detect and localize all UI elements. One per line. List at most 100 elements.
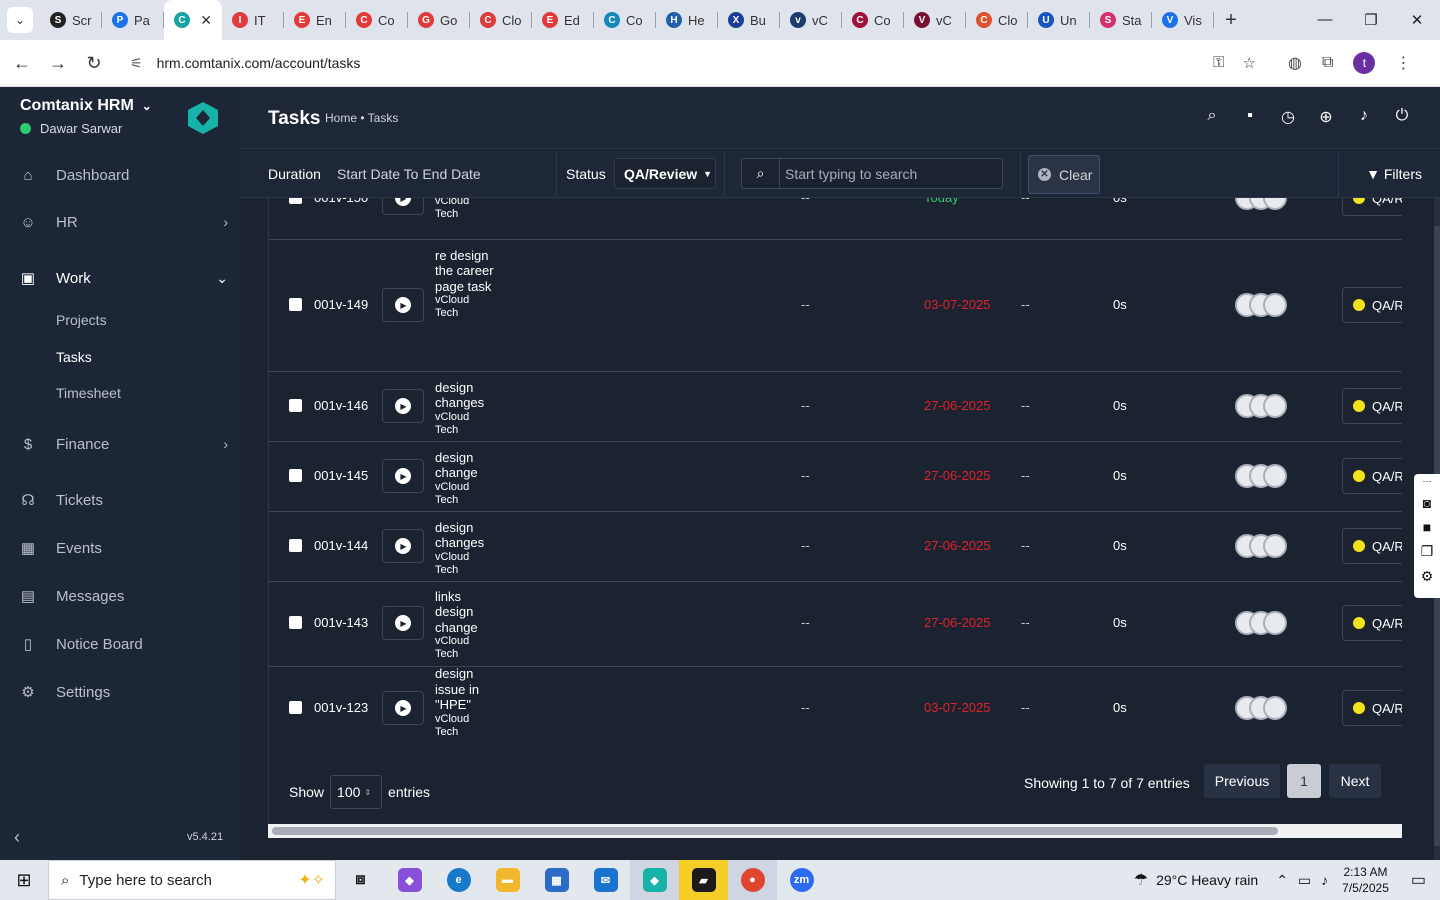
status-dropdown[interactable]: QA/R bbox=[1342, 287, 1402, 323]
profile-avatar[interactable]: t bbox=[1353, 52, 1376, 74]
assignee-avatars[interactable] bbox=[1235, 394, 1287, 418]
task-id[interactable]: 001v-144 bbox=[314, 538, 368, 553]
sidebar-item-events[interactable]: ▦ Events bbox=[18, 536, 228, 560]
weather-widget[interactable]: ☂ 29°C Heavy rain bbox=[1134, 870, 1258, 890]
browser-tab[interactable]: U Un bbox=[1028, 0, 1090, 40]
back-button[interactable]: ← bbox=[4, 53, 40, 74]
browser-tab[interactable]: H He bbox=[656, 0, 718, 40]
new-tab-button[interactable]: + bbox=[1214, 9, 1248, 32]
sidebar-subitem-tasks[interactable]: Tasks bbox=[56, 349, 92, 365]
task-title[interactable]: design changes bbox=[435, 520, 484, 551]
browser-tab[interactable]: C Co bbox=[842, 0, 904, 40]
task-id[interactable]: 001v-150 bbox=[314, 198, 368, 205]
sidebar-item-finance[interactable]: $ Finance › bbox=[18, 432, 228, 456]
assignee-avatars[interactable] bbox=[1235, 464, 1287, 488]
page-size-select[interactable]: 100 ⇕ bbox=[330, 775, 383, 809]
browser-tab[interactable]: S Scr bbox=[40, 0, 102, 40]
assignee-avatars[interactable] bbox=[1235, 696, 1287, 720]
status-dropdown[interactable]: QA/R bbox=[1342, 388, 1402, 424]
start-timer-button[interactable]: ▶ bbox=[382, 459, 424, 493]
task-id[interactable]: 001v-149 bbox=[314, 297, 368, 312]
start-timer-button[interactable]: ▶ bbox=[382, 198, 424, 215]
video-icon[interactable]: ■ bbox=[1423, 519, 1431, 535]
assignee-avatars[interactable] bbox=[1235, 198, 1287, 210]
collapse-sidebar-icon[interactable]: ‹ bbox=[14, 827, 20, 848]
clear-button[interactable]: ✕ Clear bbox=[1028, 155, 1100, 194]
sidebar-subitem-timesheet[interactable]: Timesheet bbox=[56, 385, 121, 401]
file-explorer-app[interactable]: ▬ bbox=[483, 860, 532, 900]
status-dropdown[interactable]: QA/R bbox=[1342, 458, 1402, 494]
browser-tab[interactable]: E Ed bbox=[532, 0, 594, 40]
sidebar-item-notice-board[interactable]: ▯ Notice Board bbox=[18, 632, 228, 656]
task-name[interactable]: issuevCloud Tech bbox=[435, 198, 495, 221]
browser-tab[interactable]: C Clo bbox=[966, 0, 1028, 40]
close-window-button[interactable]: ✕ bbox=[1394, 11, 1440, 29]
task-view-button[interactable]: ⧈ bbox=[336, 860, 385, 900]
extensions-icon[interactable]: ⧉ bbox=[1322, 54, 1333, 72]
sticky-notes-app[interactable]: ▰ bbox=[679, 860, 728, 900]
password-key-icon[interactable]: ⚿ bbox=[1213, 54, 1224, 72]
duration-range-input[interactable]: Start Date To End Date bbox=[337, 166, 481, 182]
sidebar-item-settings[interactable]: ⚙ Settings bbox=[18, 680, 228, 704]
sidebar-item-work[interactable]: ▣ Work ⌄ bbox=[18, 266, 228, 290]
sticky-note-icon[interactable]: ▪ bbox=[1242, 107, 1258, 125]
chevron-up-icon[interactable]: ⌃ bbox=[1276, 872, 1288, 889]
task-title[interactable]: links design change bbox=[435, 589, 478, 635]
filters-button[interactable]: ▼ Filters bbox=[1366, 166, 1422, 182]
browser-menu-icon[interactable]: ⋮ bbox=[1395, 53, 1411, 73]
gear-icon[interactable]: ⚙ bbox=[1421, 568, 1434, 585]
page-button-1[interactable]: 1 bbox=[1287, 764, 1321, 798]
maximize-button[interactable]: ❐ bbox=[1348, 11, 1394, 29]
status-dropdown[interactable]: QA/R bbox=[1342, 528, 1402, 564]
edge-app[interactable]: e bbox=[434, 860, 483, 900]
row-checkbox[interactable] bbox=[289, 399, 302, 412]
browser-tab[interactable]: G Go bbox=[408, 0, 470, 40]
browser-tab[interactable]: VvC bbox=[904, 0, 966, 40]
task-name[interactable]: design change vCloud Tech bbox=[435, 450, 495, 507]
sidebar-subitem-projects[interactable]: Projects bbox=[56, 312, 107, 328]
browser-tab[interactable]: I IT bbox=[222, 0, 284, 40]
browser-tab[interactable]: C Co bbox=[594, 0, 656, 40]
search-input[interactable] bbox=[780, 165, 990, 182]
task-title[interactable]: design change bbox=[435, 450, 478, 481]
row-checkbox[interactable] bbox=[289, 539, 302, 552]
site-info-icon[interactable]: ⚟ bbox=[130, 55, 143, 72]
system-clock[interactable]: 2:13 AM 7/5/2025 bbox=[1342, 864, 1389, 896]
browser-tab[interactable]: v vC bbox=[780, 0, 842, 40]
browser-tab[interactable]: C Co bbox=[346, 0, 408, 40]
volume-icon[interactable]: ♪ bbox=[1321, 872, 1328, 889]
mail-app[interactable]: ✉ bbox=[581, 860, 630, 900]
task-id[interactable]: 001v-146 bbox=[314, 398, 368, 413]
assignee-avatars[interactable] bbox=[1235, 611, 1287, 635]
start-timer-button[interactable]: ▶ bbox=[382, 389, 424, 423]
reload-button[interactable]: ↻ bbox=[76, 53, 112, 74]
task-name[interactable]: design changes vCloud Tech bbox=[435, 520, 495, 577]
copilot-app[interactable]: ◆ bbox=[385, 860, 434, 900]
task-name[interactable]: design changes vCloud Tech bbox=[435, 380, 495, 437]
comtanix-app[interactable]: ◆ bbox=[630, 860, 679, 900]
forward-button[interactable]: → bbox=[40, 53, 76, 74]
notification-center-icon[interactable]: ▭ bbox=[1411, 870, 1426, 890]
clock-icon[interactable]: ◷ bbox=[1280, 107, 1296, 126]
minimize-button[interactable]: — bbox=[1302, 11, 1348, 29]
power-icon[interactable]: ⏻ bbox=[1394, 107, 1410, 125]
start-timer-button[interactable]: ▶ bbox=[382, 606, 424, 640]
status-select[interactable]: QA/Review ▼ bbox=[614, 158, 716, 189]
browser-tab[interactable]: P Pa bbox=[102, 0, 164, 40]
taskbar-search[interactable]: ⌕ Type here to search ✦✧ bbox=[48, 860, 336, 900]
task-name[interactable]: design issue in "HPE" vCloud Tech bbox=[435, 666, 495, 739]
row-checkbox[interactable] bbox=[289, 198, 302, 204]
task-id[interactable]: 001v-145 bbox=[314, 468, 368, 483]
sidebar-item-tickets[interactable]: ☊ Tickets bbox=[18, 488, 228, 512]
assignee-avatars[interactable] bbox=[1235, 293, 1287, 317]
task-name[interactable]: re design the career page task vCloud Tec… bbox=[435, 248, 495, 321]
close-tab-icon[interactable]: ✕ bbox=[200, 12, 212, 29]
search-icon[interactable]: ⌕ bbox=[1204, 107, 1220, 125]
bookmark-star-icon[interactable]: ☆ bbox=[1243, 54, 1256, 72]
browser-tab[interactable]: C ✕ bbox=[164, 0, 222, 40]
search-icon[interactable]: ⌕ bbox=[742, 159, 780, 188]
browser-tab[interactable]: X Bu bbox=[718, 0, 780, 40]
brand-dropdown[interactable]: Comtanix HRM ⌄ bbox=[20, 97, 152, 115]
row-checkbox[interactable] bbox=[289, 701, 302, 714]
sidebar-item-hr[interactable]: ☺ HR › bbox=[18, 210, 228, 234]
